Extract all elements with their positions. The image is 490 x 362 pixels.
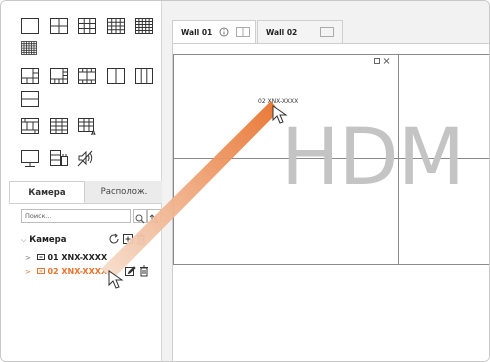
drag-arrow xyxy=(101,101,279,279)
app-window: A Камера Располож. Поиск... ⌵ Камера > 0… xyxy=(0,0,490,362)
cursor-icon xyxy=(272,105,288,124)
cursor-icon xyxy=(108,270,124,289)
